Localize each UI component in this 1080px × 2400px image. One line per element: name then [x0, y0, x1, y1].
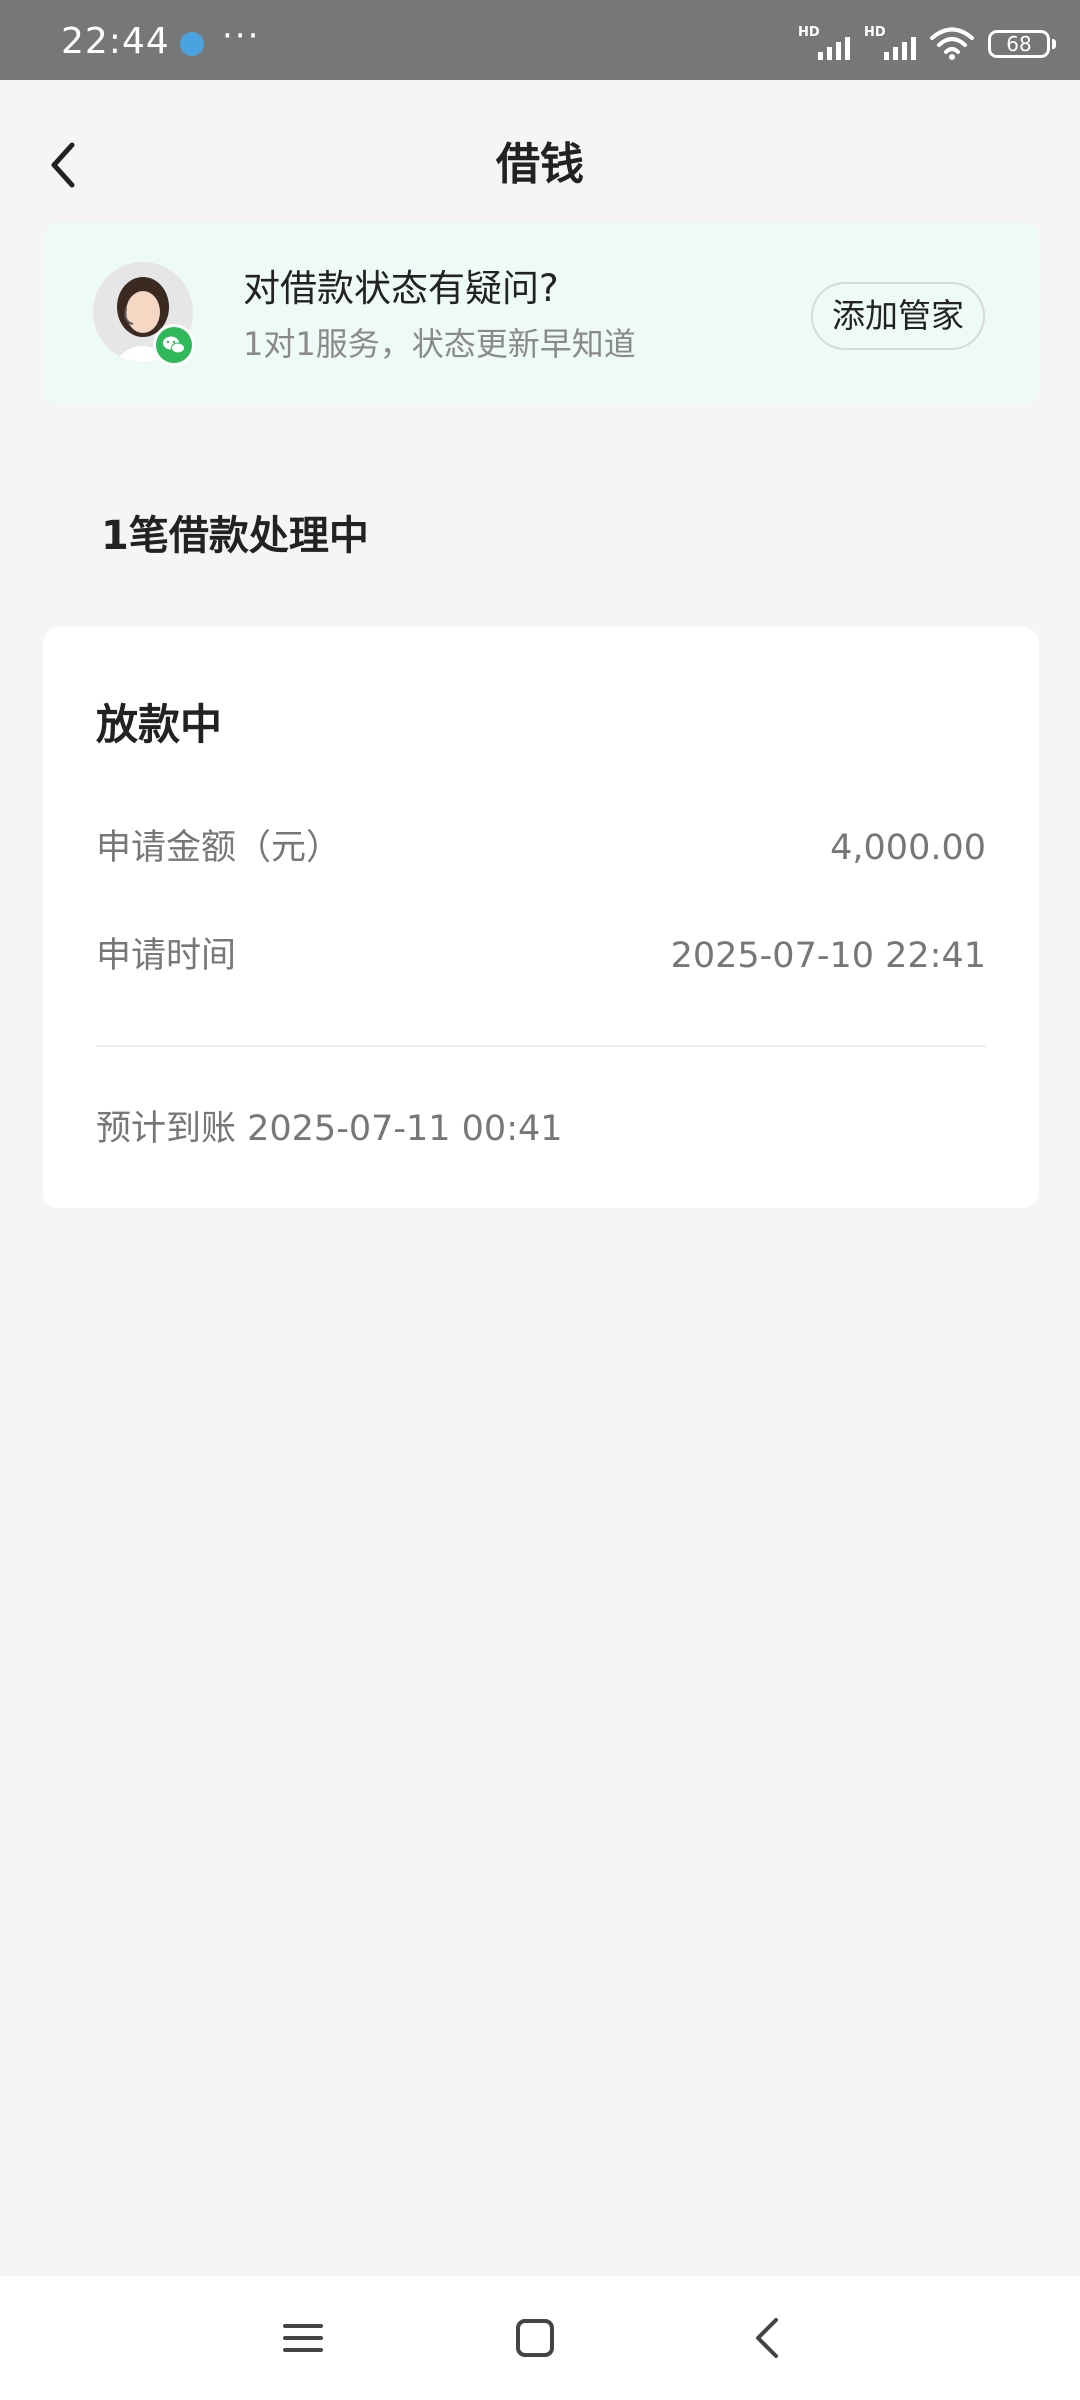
more-notifications-icon: ··· — [222, 16, 261, 56]
expected-arrival: 预计到账 2025-07-11 00:41 — [96, 1109, 563, 1149]
status-time: 22:44 — [61, 21, 170, 62]
signal-icon: HD — [864, 26, 916, 62]
status-bar: 22:44 ··· HD HD 68 — [0, 0, 1080, 80]
wechat-icon — [153, 324, 195, 366]
add-butler-button[interactable]: 添加管家 — [811, 282, 985, 350]
network-type-label: HD — [864, 25, 886, 40]
apply-time-value: 2025-07-10 22:41 — [670, 936, 986, 976]
network-type-label: HD — [798, 25, 820, 40]
card-divider — [96, 1045, 986, 1047]
loan-card[interactable]: 放款中 申请金额（元） 4,000.00 申请时间 2025-07-10 22:… — [43, 627, 1039, 1208]
apply-time-label: 申请时间 — [96, 936, 237, 976]
banner-title: 对借款状态有疑问? — [243, 267, 559, 310]
status-indicators: HD HD 68 — [798, 24, 1056, 64]
customer-service-avatar — [93, 262, 195, 366]
loans-processing-title: 1笔借款处理中 — [101, 513, 369, 559]
battery-icon: 68 — [988, 30, 1056, 58]
amount-value: 4,000.00 — [830, 828, 986, 868]
wifi-icon — [930, 27, 974, 60]
loan-status: 放款中 — [96, 700, 223, 749]
home-square-icon[interactable] — [505, 2308, 565, 2368]
help-banner[interactable]: 对借款状态有疑问? 1对1服务，状态更新早知道 添加管家 — [43, 222, 1039, 404]
app-notification-icon — [180, 32, 204, 56]
back-icon[interactable] — [738, 2308, 798, 2368]
system-nav-bar — [0, 2276, 1080, 2400]
banner-subtitle: 1对1服务，状态更新早知道 — [243, 325, 636, 363]
page-title: 借钱 — [496, 139, 584, 190]
signal-icon: HD — [798, 26, 850, 62]
amount-label: 申请金额（元） — [96, 828, 342, 868]
menu-icon[interactable] — [273, 2308, 333, 2368]
